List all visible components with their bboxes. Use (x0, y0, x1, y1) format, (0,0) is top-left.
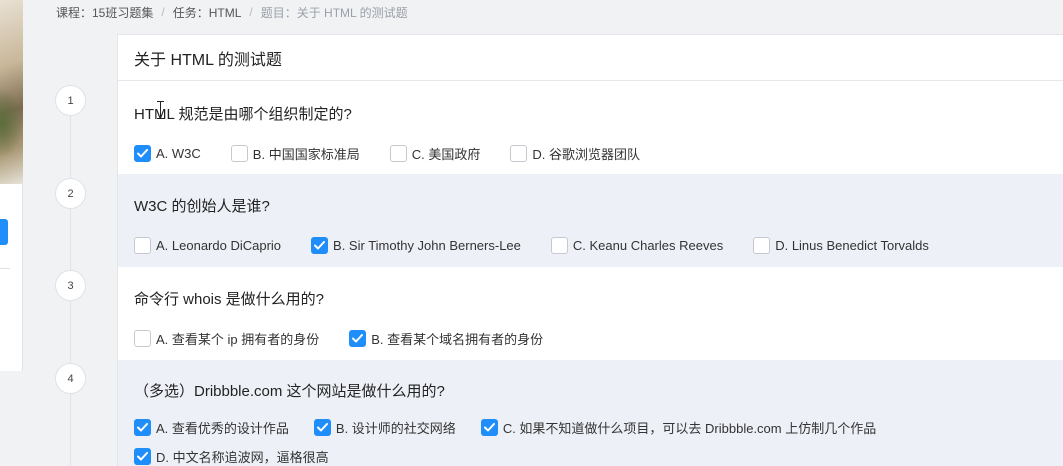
breadcrumb-course[interactable]: 课程：15班习题集 (56, 4, 153, 21)
option-label: B. 中国国家标准局 (252, 146, 360, 162)
option-label: D. Linus Benedict Torvalds (775, 237, 929, 253)
checkmark-icon (137, 451, 148, 460)
checkbox[interactable] (134, 418, 151, 436)
option-list: A. 查看优秀的设计作品 B. 设计师的社交网络 C. 如果不知道做什么项目，可… (134, 417, 1063, 466)
checkbox[interactable] (550, 236, 568, 254)
question-text: 命令行 whois 是做什么用的? (134, 291, 325, 308)
option-label: C. Keanu Charles Reeves (572, 237, 724, 253)
quiz-card: 关于 HTML 的测试题 HTML 规范是由哪个组织制定的? A. W3C B.… (117, 34, 1063, 466)
side-panel-button[interactable] (0, 219, 8, 245)
step-number-3: 3 (55, 270, 86, 301)
checkbox[interactable] (510, 144, 528, 162)
option-list: A. W3C B. 中国国家标准局 C. 美国政府 D. 谷歌浏览器团队 (134, 143, 1063, 163)
option-b[interactable]: B. 中国国家标准局 (230, 143, 360, 163)
checkmark-icon (352, 333, 364, 342)
option-label: A. Leonardo DiCaprio (156, 237, 282, 253)
option-label: D. 中文名称追波网，逼格很高 (156, 449, 329, 465)
option-b[interactable]: B. 查看某个域名拥有者的身份 (349, 328, 543, 348)
question-text: W3C 的创始人是谁? (134, 198, 270, 215)
checkbox[interactable] (480, 418, 498, 436)
option-label: A. 查看某个 ip 拥有者的身份 (156, 331, 320, 347)
option-a[interactable]: A. 查看优秀的设计作品 (134, 417, 289, 437)
option-label: D. 谷歌浏览器团队 (532, 146, 640, 162)
checkmark-icon (483, 422, 495, 431)
option-list: A. 查看某个 ip 拥有者的身份 B. 查看某个域名拥有者的身份 (134, 328, 1063, 348)
option-d[interactable]: D. 中文名称追波网，逼格很高 (134, 446, 329, 466)
question-4: （多选）Dribbble.com 这个网站是做什么用的? A. 查看优秀的设计作… (118, 360, 1063, 466)
checkbox[interactable] (230, 144, 248, 162)
option-c[interactable]: C. 如果不知道做什么项目，可以去 Dribbble.com 上仿制几个作品 (480, 417, 877, 437)
option-c[interactable]: C. 美国政府 (389, 143, 481, 163)
step-number-2: 2 (55, 178, 86, 209)
checkmark-icon (137, 422, 148, 431)
checkmark-icon (316, 422, 328, 431)
option-a[interactable]: A. 查看某个 ip 拥有者的身份 (134, 328, 319, 348)
step-number-1: 1 (55, 85, 86, 116)
option-label: A. W3C (156, 145, 201, 161)
question-1: HTML 规范是由哪个组织制定的? A. W3C B. 中国国家标准局 C. 美… (118, 81, 1063, 174)
breadcrumb-separator: / (161, 5, 165, 19)
option-d[interactable]: D. 谷歌浏览器团队 (510, 143, 640, 163)
side-panel-divider (0, 268, 10, 269)
checkbox[interactable] (134, 329, 151, 347)
question-3: 命令行 whois 是做什么用的? A. 查看某个 ip 拥有者的身份 B. 查… (118, 267, 1063, 360)
checkbox[interactable] (389, 144, 407, 162)
checkbox[interactable] (134, 236, 151, 254)
breadcrumb-task[interactable]: 任务：HTML (173, 4, 242, 21)
option-label: C. 美国政府 (411, 146, 481, 162)
option-label: C. 如果不知道做什么项目，可以去 Dribbble.com 上仿制几个作品 (502, 420, 877, 436)
cover-image (0, 0, 23, 184)
checkbox[interactable] (753, 236, 771, 254)
question-2: W3C 的创始人是谁? A. Leonardo DiCaprio B. Sir … (118, 174, 1063, 267)
option-label: B. 查看某个域名拥有者的身份 (371, 331, 544, 347)
checkbox[interactable] (134, 144, 151, 162)
breadcrumb: 课程：15班习题集 / 任务：HTML / 题目：关于 HTML 的测试题 (56, 3, 408, 21)
checkbox[interactable] (134, 447, 151, 465)
question-text: HTML 规范是由哪个组织制定的? (134, 106, 352, 123)
question-text: （多选）Dribbble.com 这个网站是做什么用的? (134, 383, 445, 400)
option-a[interactable]: A. W3C (134, 143, 201, 163)
option-b[interactable]: B. 设计师的社交网络 (313, 417, 456, 437)
step-number-4: 4 (55, 363, 86, 394)
checkbox[interactable] (349, 329, 367, 347)
checkmark-icon (314, 240, 326, 249)
option-label: B. Sir Timothy John Berners-Lee (333, 237, 521, 253)
option-b[interactable]: B. Sir Timothy John Berners-Lee (311, 235, 521, 255)
breadcrumb-separator: / (249, 5, 253, 19)
option-c[interactable]: C. Keanu Charles Reeves (550, 235, 724, 255)
option-list: A. Leonardo DiCaprio B. Sir Timothy John… (134, 235, 1063, 255)
option-a[interactable]: A. Leonardo DiCaprio (134, 235, 281, 255)
option-label: A. 查看优秀的设计作品 (156, 420, 289, 436)
breadcrumb-current-question: 题目：关于 HTML 的测试题 (260, 5, 408, 20)
checkbox[interactable] (313, 418, 331, 436)
checkmark-icon (137, 148, 148, 157)
option-d[interactable]: D. Linus Benedict Torvalds (753, 235, 929, 255)
left-side-panel (0, 0, 23, 371)
text-cursor-icon (157, 101, 168, 119)
option-label: B. 设计师的社交网络 (335, 420, 456, 436)
quiz-title: 关于 HTML 的测试题 (118, 35, 1063, 81)
checkbox[interactable] (311, 236, 329, 254)
